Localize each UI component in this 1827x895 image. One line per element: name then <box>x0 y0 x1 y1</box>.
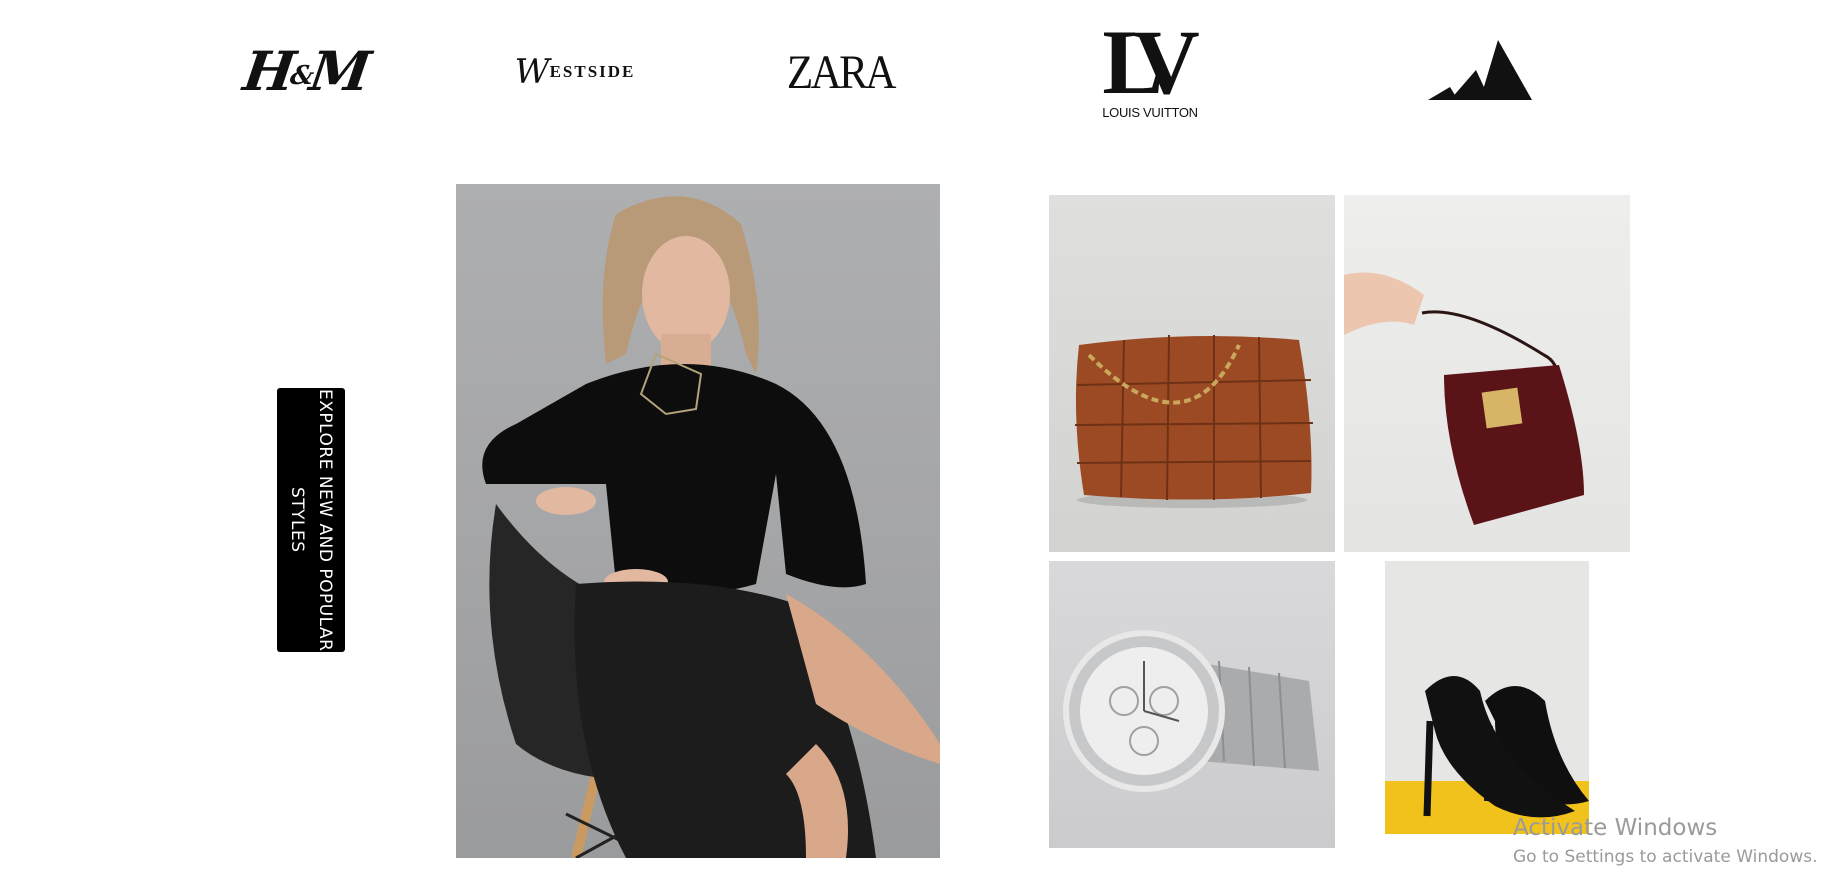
zara-logo-text: ZARA <box>786 45 896 99</box>
activate-windows-subtitle: Go to Settings to activate Windows. <box>1513 847 1818 867</box>
burgundy-handbag-photo <box>1344 195 1630 552</box>
silver-watch-photo <box>1049 561 1335 848</box>
activate-windows-title: Activate Windows <box>1513 815 1718 841</box>
hm-logo[interactable]: H&M <box>239 36 370 106</box>
westside-logo-text: ESTSIDE <box>549 62 636 81</box>
lv-monogram: LV <box>1102 10 1199 113</box>
brown-tote-photo <box>1049 195 1335 552</box>
westside-logo[interactable]: W ESTSIDE <box>515 50 635 94</box>
burgundy-handbag-illustration <box>1344 272 1584 525</box>
black-heels-illustration <box>1385 676 1589 834</box>
zara-logo[interactable]: ZARA <box>787 42 896 102</box>
louis-vuitton-logo[interactable]: LV LOUIS VUITTON <box>1100 14 1200 126</box>
hero-model-photo <box>456 184 940 858</box>
brown-tote-illustration <box>1074 334 1314 508</box>
explore-styles-button[interactable]: EXPLORE NEW AND POPULAR STYLES <box>277 388 345 652</box>
westside-logo-initial: W <box>514 52 550 92</box>
adidas-stripes-icon <box>1428 40 1532 100</box>
activate-windows-watermark: Activate Windows Go to Settings to activ… <box>1513 815 1818 867</box>
explore-styles-label: EXPLORE NEW AND POPULAR STYLES <box>287 388 335 652</box>
louis-vuitton-name: LOUIS VUITTON <box>1102 104 1198 120</box>
black-heels-photo <box>1385 561 1589 834</box>
silver-watch-illustration <box>1063 630 1319 792</box>
adidas-logo[interactable] <box>1425 38 1535 104</box>
hm-logo-text: H&M <box>239 39 371 103</box>
hero-illustration <box>482 196 940 858</box>
